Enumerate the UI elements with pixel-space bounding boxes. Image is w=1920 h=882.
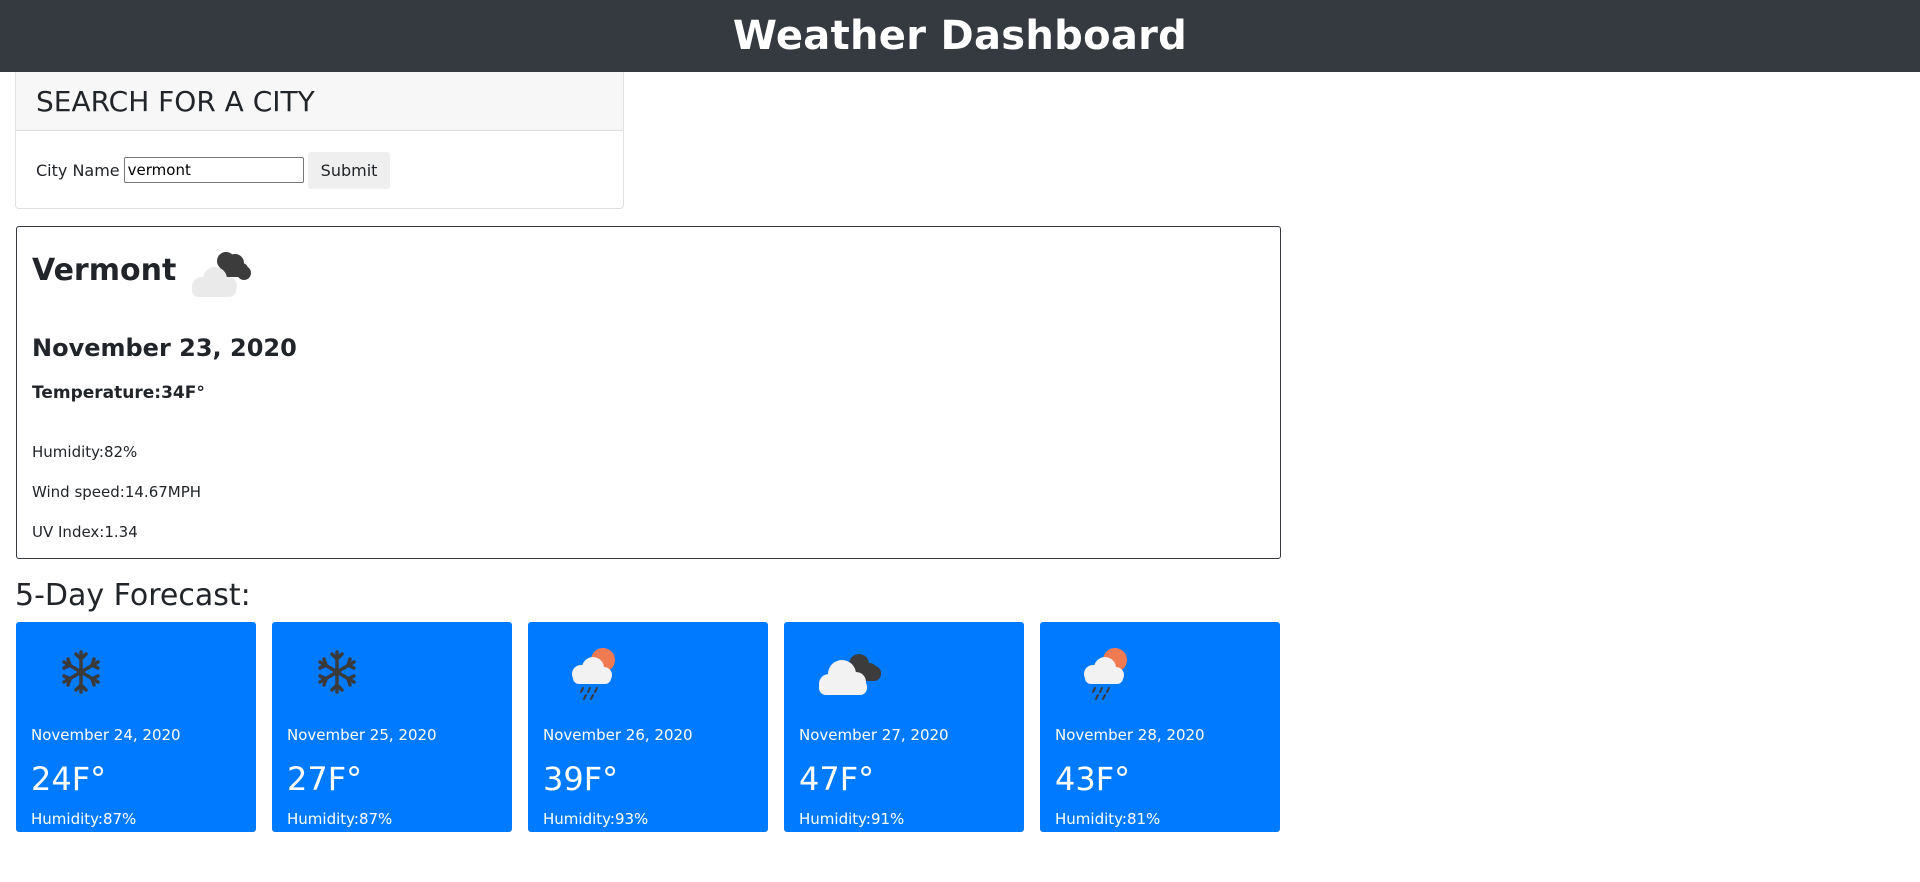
forecast-date: November 25, 2020 <box>287 726 437 744</box>
partly-cloudy-dark-icon <box>192 252 251 297</box>
forecast-temperature: 43F° <box>1055 760 1131 798</box>
forecast-card: November 27, 2020 47F° Humidity:91% <box>784 622 1024 832</box>
current-humidity: Humidity:82% <box>32 443 138 461</box>
current-weather-card: Vermont November 23, 2020 Temperature:34… <box>16 226 1281 559</box>
search-card: SEARCH FOR A CITY City Name Submit <box>15 72 624 209</box>
forecast-row: November 24, 2020 24F° Humidity:87% Nove… <box>16 622 1282 832</box>
current-date: November 23, 2020 <box>32 334 297 362</box>
forecast-temperature: 39F° <box>543 760 619 798</box>
page-header: Weather Dashboard <box>0 0 1920 72</box>
forecast-humidity: Humidity:87% <box>31 810 137 828</box>
city-name-label: City Name <box>36 160 120 180</box>
city-name-input[interactable] <box>123 157 304 183</box>
forecast-date: November 27, 2020 <box>799 726 949 744</box>
current-temperature: Temperature:34F° <box>32 383 205 403</box>
forecast-card: November 24, 2020 24F° Humidity:87% <box>16 622 256 832</box>
forecast-humidity: Humidity:93% <box>543 810 649 828</box>
forecast-date: November 26, 2020 <box>543 726 693 744</box>
forecast-date: November 28, 2020 <box>1055 726 1205 744</box>
current-wind-speed: Wind speed:14.67MPH <box>32 483 202 501</box>
forecast-card: November 25, 2020 27F° Humidity:87% <box>272 622 512 832</box>
snowflake-icon <box>318 650 356 694</box>
cloudy-icon <box>819 654 881 695</box>
submit-button[interactable]: Submit <box>307 151 391 189</box>
forecast-humidity: Humidity:87% <box>287 810 393 828</box>
forecast-humidity: Humidity:91% <box>799 810 905 828</box>
forecast-humidity: Humidity:81% <box>1055 810 1161 828</box>
forecast-card: November 26, 2020 39F° Humidity:93% <box>528 622 768 832</box>
forecast-card: November 28, 2020 43F° Humidity:81% <box>1040 622 1280 832</box>
forecast-date: November 24, 2020 <box>31 726 181 744</box>
forecast-temperature: 27F° <box>287 760 363 798</box>
search-form: City Name Submit <box>16 131 623 209</box>
snowflake-icon <box>62 650 100 694</box>
forecast-title: 5-Day Forecast: <box>15 578 251 613</box>
forecast-temperature: 24F° <box>31 760 107 798</box>
search-heading: SEARCH FOR A CITY <box>16 72 623 131</box>
sun-rain-cloud-icon <box>572 648 615 700</box>
page-title: Weather Dashboard <box>732 13 1188 59</box>
forecast-temperature: 47F° <box>799 760 875 798</box>
sun-rain-cloud-icon <box>1084 648 1127 700</box>
city-name: Vermont <box>32 253 177 288</box>
current-uv-index: UV Index:1.34 <box>32 523 138 541</box>
